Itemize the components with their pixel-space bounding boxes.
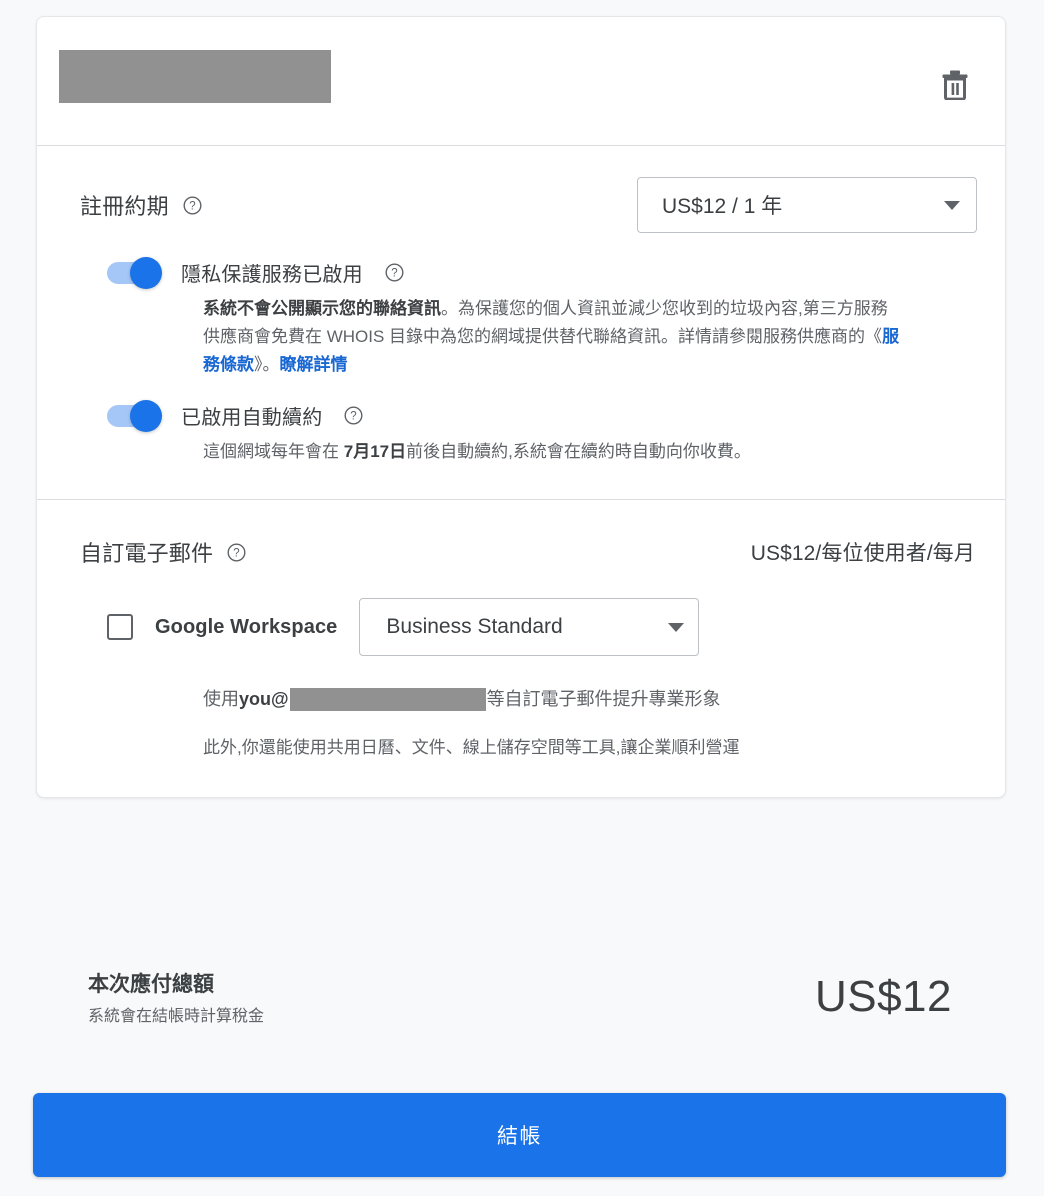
- total-text-group: 本次應付總額 系統會在結帳時計算稅金: [88, 968, 264, 1026]
- help-circle-icon[interactable]: ?: [385, 263, 404, 282]
- custom-email-header: 自訂電子郵件 ? US$12/每位使用者/每月: [65, 528, 977, 576]
- privacy-toggle-row: 隱私保護服務已啟用 ?: [65, 256, 977, 289]
- chevron-down-icon: [668, 622, 685, 632]
- custom-email-note-part1: 使用: [203, 689, 239, 710]
- help-circle-icon[interactable]: ?: [183, 195, 202, 215]
- google-workspace-row: Google Workspace Business Standard: [65, 598, 977, 657]
- privacy-protection-toggle[interactable]: [107, 256, 162, 289]
- custom-email-note: 使用 you@ 等自訂電子郵件提升專業形象: [203, 686, 977, 713]
- google-workspace-checkbox[interactable]: [107, 614, 133, 641]
- auto-renew-desc-part2: 前後自動續約,系統會在續約時自動向你收費。: [406, 442, 751, 462]
- privacy-description-bold: 系統不會公開顯示您的聯絡資訊: [203, 299, 441, 318]
- svg-text:?: ?: [351, 411, 357, 423]
- toggle-thumb: [130, 399, 162, 432]
- custom-email-note-bold: you@: [239, 689, 289, 710]
- toggle-thumb: [130, 256, 162, 289]
- auto-renew-toggle-label: 已啟用自動續約: [181, 407, 323, 430]
- custom-email-price: US$12/每位使用者/每月: [750, 542, 975, 566]
- registration-term-select[interactable]: US$12 / 1 年: [637, 177, 977, 233]
- auto-renew-desc-part1: 這個網域每年會在: [203, 442, 344, 462]
- workspace-plan-select[interactable]: Business Standard: [359, 598, 700, 657]
- custom-email-label: 自訂電子郵件: [80, 541, 214, 567]
- privacy-description-part2: 》。: [254, 355, 280, 375]
- total-amount: US$12: [814, 972, 952, 1021]
- custom-email-label-group: 自訂電子郵件 ?: [80, 536, 246, 568]
- learn-more-link[interactable]: 瞭解詳情: [280, 355, 348, 374]
- registration-term-label-group: 註冊約期 ?: [65, 189, 202, 221]
- custom-email-note-part2: 等自訂電子郵件提升專業形象: [486, 689, 721, 710]
- help-circle-icon[interactable]: ?: [344, 406, 363, 425]
- checkout-button[interactable]: 結帳: [33, 1093, 1006, 1177]
- total-subtitle: 系統會在結帳時計算稅金: [88, 1008, 265, 1025]
- registration-term-row: 註冊約期 ? US$12 / 1 年: [65, 174, 977, 236]
- registration-term-label: 註冊約期: [80, 194, 169, 219]
- redacted-domain-name: [59, 50, 331, 103]
- privacy-description: 系統不會公開顯示您的聯絡資訊。為保護您的個人資訊並減少您收到的垃圾內容,第三方服…: [203, 295, 903, 379]
- domain-header-section: [37, 17, 1005, 145]
- svg-text:?: ?: [234, 547, 240, 559]
- svg-text:?: ?: [391, 268, 397, 280]
- custom-email-section: 自訂電子郵件 ? US$12/每位使用者/每月 Google Workspace…: [37, 500, 1005, 797]
- custom-email-note-secondary: 此外,你還能使用共用日曆、文件、線上儲存空間等工具,讓企業順利營運: [203, 738, 740, 758]
- total-section: 本次應付總額 系統會在結帳時計算稅金 US$12: [36, 968, 1006, 1026]
- auto-renew-date: 7月17日: [343, 442, 407, 462]
- auto-renew-toggle-row: 已啟用自動續約 ?: [65, 399, 977, 432]
- registration-section: 註冊約期 ? US$12 / 1 年 隱私保護服務已啟用 ? 系統不會公開顯示您…: [37, 146, 1005, 499]
- auto-renew-description: 這個網域每年會在 7月17日前後自動續約,系統會在續約時自動向你收費。: [203, 438, 977, 465]
- redacted-domain-inline: [289, 688, 486, 712]
- google-workspace-label: Google Workspace: [155, 615, 338, 638]
- svg-text:?: ?: [189, 200, 195, 212]
- workspace-plan-value: Business Standard: [386, 615, 563, 639]
- help-circle-icon[interactable]: ?: [227, 543, 246, 562]
- domain-config-card: 註冊約期 ? US$12 / 1 年 隱私保護服務已啟用 ? 系統不會公開顯示您…: [36, 16, 1006, 798]
- trash-icon[interactable]: [937, 67, 973, 103]
- domain-registration-page: 註冊約期 ? US$12 / 1 年 隱私保護服務已啟用 ? 系統不會公開顯示您…: [0, 0, 1044, 1196]
- auto-renew-toggle[interactable]: [107, 399, 162, 432]
- privacy-toggle-label: 隱私保護服務已啟用: [181, 264, 363, 286]
- total-title: 本次應付總額: [88, 973, 214, 996]
- chevron-down-icon: [944, 200, 960, 210]
- registration-term-value: US$12 / 1 年: [662, 195, 783, 218]
